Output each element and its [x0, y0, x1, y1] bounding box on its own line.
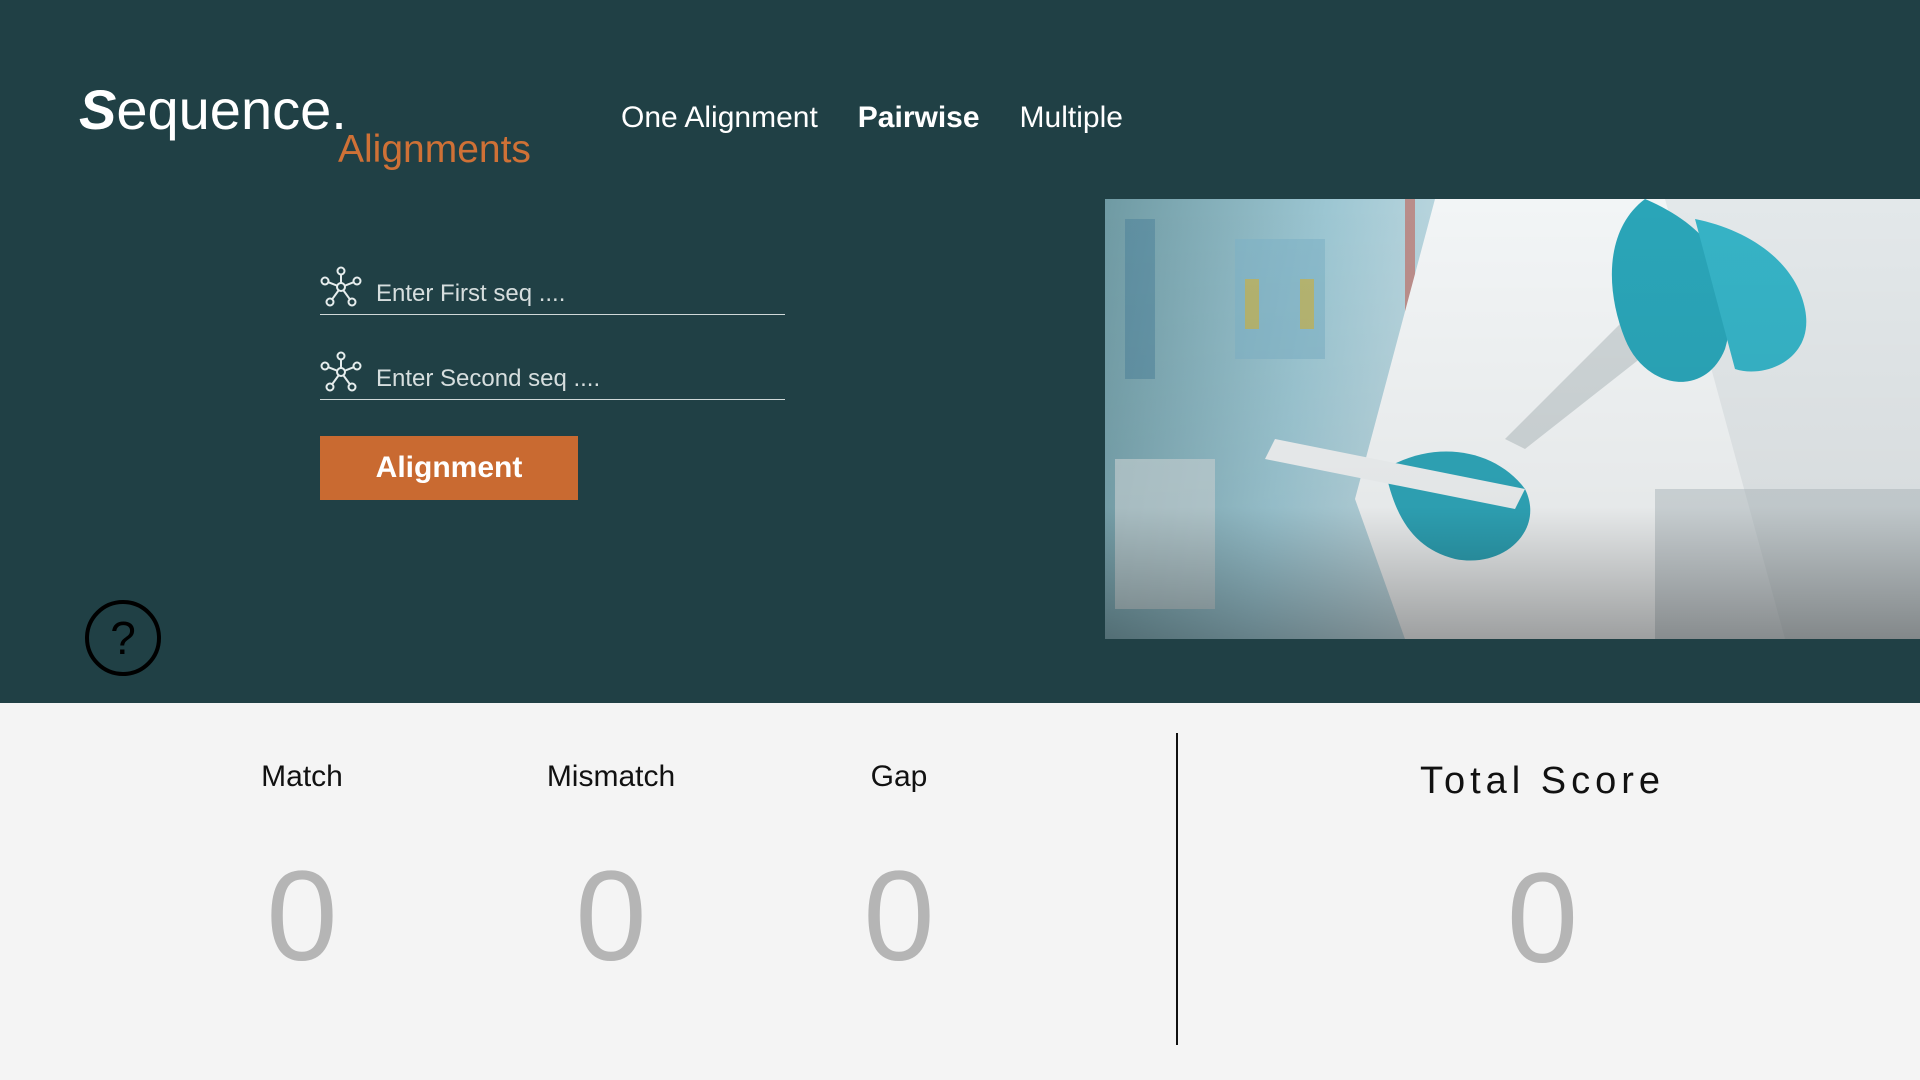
help-button[interactable]: ?: [85, 600, 161, 676]
lab-photo: [1105, 199, 1920, 639]
first-seq-input[interactable]: [376, 280, 776, 308]
results-panel: Match 0 Mismatch 0 Gap 0 Total Score 0: [0, 703, 1920, 1080]
molecule-icon: [320, 266, 362, 307]
match-label: Match: [261, 760, 343, 793]
main-nav: One Alignment Pairwise Multiple: [621, 100, 1123, 136]
nav-multiple[interactable]: Multiple: [1020, 100, 1123, 136]
alignment-button[interactable]: Alignment: [320, 436, 578, 500]
gap-value: 0: [863, 845, 935, 988]
mismatch-label: Mismatch: [546, 760, 676, 793]
total-score: Total Score 0: [1300, 759, 1785, 983]
lab-photo-illustration: [1105, 199, 1920, 639]
mismatch-value: 0: [575, 845, 647, 988]
molecule-icon: [320, 351, 362, 392]
brand-logo[interactable]: Sequence.: [79, 82, 347, 138]
match-value: 0: [266, 845, 338, 988]
gap-label: Gap: [870, 760, 928, 793]
match-stat: Match 0: [172, 759, 432, 981]
first-seq-field: [320, 265, 785, 315]
gap-stat: Gap 0: [769, 759, 1029, 981]
second-seq-input[interactable]: [376, 365, 776, 393]
nav-pairwise[interactable]: Pairwise: [858, 100, 980, 136]
brand-initial: S: [79, 78, 117, 141]
brand-subtitle: Alignments: [338, 128, 531, 171]
nav-one-alignment[interactable]: One Alignment: [621, 100, 818, 136]
mismatch-stat: Mismatch 0: [481, 759, 741, 981]
second-seq-field: [320, 350, 785, 400]
brand-title: equence.: [116, 78, 347, 141]
hero-section: Sequence. Alignments One Alignment Pairw…: [0, 0, 1920, 703]
total-score-value: 0: [1506, 846, 1579, 990]
results-divider: [1176, 733, 1178, 1045]
question-icon: ?: [110, 612, 136, 664]
total-score-label: Total Score: [1419, 760, 1666, 802]
